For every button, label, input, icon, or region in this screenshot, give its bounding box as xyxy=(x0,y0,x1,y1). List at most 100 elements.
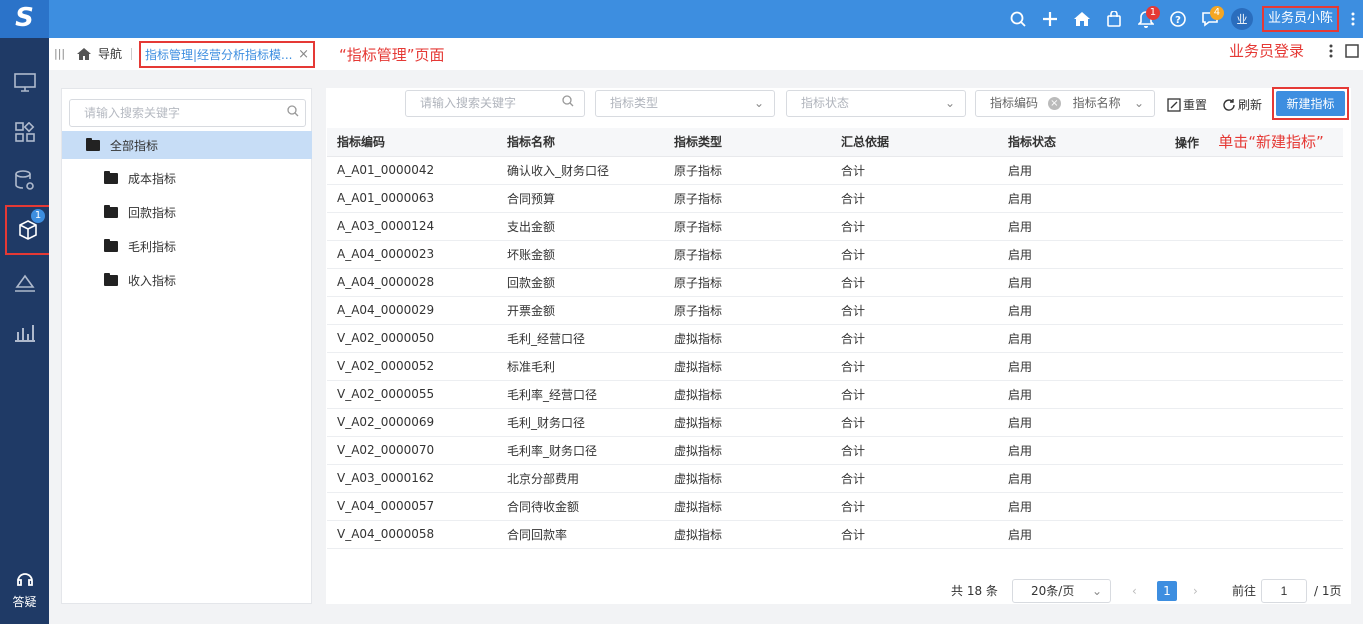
cell-name: 毛利_经营口径 xyxy=(497,324,664,353)
annotation-login: 业务员登录 xyxy=(1229,42,1305,60)
more-vertical-icon[interactable] xyxy=(1343,0,1363,38)
table-row[interactable]: V_A02_0000050 毛利_经营口径 虚拟指标 合计 启用 xyxy=(327,324,1343,353)
col-header-aggregation: 汇总依据 xyxy=(831,128,998,157)
table-row[interactable]: A_A01_0000042 确认收入_财务口径 原子指标 合计 启用 xyxy=(327,156,1343,185)
message-icon[interactable]: 4 xyxy=(1194,0,1226,38)
tree-node-label: 成本指标 xyxy=(128,171,177,186)
table-row[interactable]: V_A02_0000070 毛利率_财务口径 虚拟指标 合计 启用 xyxy=(327,436,1343,465)
filter-toolbar: 请输入搜索关键字 指标类型 ⌄ 指标状态 ⌄ 指标编码 × 指标名称 ⌄ 重置 xyxy=(326,87,1351,122)
home-icon[interactable] xyxy=(1066,0,1098,38)
cell-code: V_A04_0000057 xyxy=(327,492,497,521)
pagination: 共 18 条 20条/页 ⌄ ‹ 1 › 前往 / 1页 xyxy=(326,579,1351,605)
metric-type-select[interactable]: 指标类型 ⌄ xyxy=(595,90,775,117)
user-avatar-slot[interactable]: 业 xyxy=(1226,0,1258,38)
table-row[interactable]: A_A01_0000063 合同预算 原子指标 合计 启用 xyxy=(327,184,1343,213)
new-metric-button[interactable]: 新建指标 xyxy=(1276,91,1345,116)
search-icon[interactable] xyxy=(1002,0,1034,38)
folder-icon xyxy=(104,272,118,286)
tab-metric-management[interactable]: 指标管理|经营分析指标模... × xyxy=(139,41,315,68)
cell-code: A_A04_0000028 xyxy=(327,268,497,297)
fullscreen-icon[interactable] xyxy=(1345,44,1359,61)
tree-node-revenue[interactable]: 收入指标 xyxy=(104,270,176,290)
reset-button[interactable]: 重置 xyxy=(1167,96,1207,113)
cell-code: A_A04_0000029 xyxy=(327,296,497,325)
tree-node-label: 毛利指标 xyxy=(128,239,177,254)
page-number-current[interactable]: 1 xyxy=(1157,581,1177,601)
new-metric-button-frame: 新建指标 xyxy=(1272,87,1349,120)
tree-node-payment[interactable]: 回款指标 xyxy=(104,202,176,222)
prev-page-icon[interactable]: ‹ xyxy=(1132,579,1137,603)
cell-type: 原子指标 xyxy=(664,240,831,269)
table-row[interactable]: A_A04_0000029 开票金额 原子指标 合计 启用 xyxy=(327,296,1343,325)
tab-navigation[interactable]: 导航 xyxy=(76,45,122,62)
user-name[interactable]: 业务员小陈 xyxy=(1261,6,1339,32)
cell-status: 启用 xyxy=(998,184,1165,213)
table-row[interactable]: V_A04_0000057 合同待收金额 虚拟指标 合计 启用 xyxy=(327,492,1343,521)
table-row[interactable]: A_A04_0000023 坏账金额 原子指标 合计 启用 xyxy=(327,240,1343,269)
table-row[interactable]: A_A03_0000124 支出金额 原子指标 合计 启用 xyxy=(327,212,1343,241)
folder-open-icon xyxy=(86,137,100,151)
page-size-select[interactable]: 20条/页 ⌄ xyxy=(1012,579,1111,603)
table-row[interactable]: V_A02_0000052 标准毛利 虚拟指标 合计 启用 xyxy=(327,352,1343,381)
cell-actions xyxy=(1165,464,1343,493)
cell-name: 确认收入_财务口径 xyxy=(497,156,664,185)
refresh-button[interactable]: 刷新 xyxy=(1222,96,1262,113)
table-row[interactable]: V_A02_0000069 毛利_财务口径 虚拟指标 合计 启用 xyxy=(327,408,1343,437)
next-page-icon[interactable]: › xyxy=(1193,579,1198,603)
close-icon[interactable]: × xyxy=(298,47,309,62)
metric-status-select[interactable]: 指标状态 ⌄ xyxy=(786,90,966,117)
headset-icon xyxy=(0,570,49,593)
database-settings-icon[interactable] xyxy=(0,158,49,204)
avatar[interactable]: 业 xyxy=(1230,8,1253,30)
metrics-cube-icon[interactable]: 1 xyxy=(5,205,51,255)
layers-icon[interactable] xyxy=(0,260,49,306)
cell-actions xyxy=(1165,408,1343,437)
cell-actions xyxy=(1165,212,1343,241)
tree-node-cost[interactable]: 成本指标 xyxy=(104,168,176,188)
help-circle-icon[interactable]: ? xyxy=(1162,0,1194,38)
notification-icon[interactable]: 1 xyxy=(1130,0,1162,38)
table-row[interactable]: A_A04_0000028 回款金额 原子指标 合计 启用 xyxy=(327,268,1343,297)
search-icon[interactable] xyxy=(562,91,574,116)
add-icon[interactable] xyxy=(1034,0,1066,38)
tree-node-gross-profit[interactable]: 毛利指标 xyxy=(104,236,176,256)
cell-type: 虚拟指标 xyxy=(664,520,831,549)
cell-aggregation: 合计 xyxy=(831,408,998,437)
apps-icon[interactable] xyxy=(0,109,49,155)
cell-type: 虚拟指标 xyxy=(664,436,831,465)
table-row[interactable]: V_A04_0000058 合同回款率 虚拟指标 合计 启用 xyxy=(327,520,1343,549)
bar-chart-icon[interactable] xyxy=(0,309,49,355)
app-logo[interactable]: S xyxy=(0,0,49,38)
tree-node-all[interactable]: 全部指标 xyxy=(62,131,312,159)
cell-name: 开票金额 xyxy=(497,296,664,325)
cell-actions xyxy=(1165,436,1343,465)
cell-code: V_A02_0000069 xyxy=(327,408,497,437)
folder-icon xyxy=(104,238,118,252)
goto-page-input[interactable] xyxy=(1261,579,1307,603)
cell-name: 毛利_财务口径 xyxy=(497,408,664,437)
tree-search-input[interactable]: 请输入搜索关键字 xyxy=(69,99,306,127)
help-entry[interactable]: 答疑 xyxy=(0,570,49,610)
cell-type: 虚拟指标 xyxy=(664,408,831,437)
search-field-code: 指标编码 xyxy=(990,96,1039,110)
table-row[interactable]: V_A02_0000055 毛利率_经营口径 虚拟指标 合计 启用 xyxy=(327,380,1343,409)
metric-table: 指标编码 指标名称 指标类型 汇总依据 指标状态 操作 单击“新建指标” A_A… xyxy=(327,128,1343,549)
cell-name: 毛利率_经营口径 xyxy=(497,380,664,409)
cell-aggregation: 合计 xyxy=(831,296,998,325)
bag-icon[interactable] xyxy=(1098,0,1130,38)
folder-icon xyxy=(104,170,118,184)
col-header-status: 指标状态 xyxy=(998,128,1165,157)
menu-grip-icon[interactable]: ||| xyxy=(54,47,65,60)
cell-name: 毛利率_财务口径 xyxy=(497,436,664,465)
search-field-select[interactable]: 指标编码 × 指标名称 ⌄ xyxy=(975,90,1155,117)
clear-icon[interactable]: × xyxy=(1047,97,1061,110)
monitor-icon[interactable] xyxy=(0,60,49,106)
cell-status: 启用 xyxy=(998,436,1165,465)
cell-status: 启用 xyxy=(998,240,1165,269)
main-content: 请输入搜索关键字 全部指标 成本指标 回款指标 毛利指标 收入指标 请输入搜索关… xyxy=(49,70,1363,624)
col-header-code: 指标编码 xyxy=(327,128,497,157)
list-search-input[interactable]: 请输入搜索关键字 xyxy=(405,90,585,117)
search-icon[interactable] xyxy=(287,100,299,126)
table-row[interactable]: V_A03_0000162 北京分部费用 虚拟指标 合计 启用 xyxy=(327,464,1343,493)
more-vertical-icon[interactable] xyxy=(1329,44,1333,61)
